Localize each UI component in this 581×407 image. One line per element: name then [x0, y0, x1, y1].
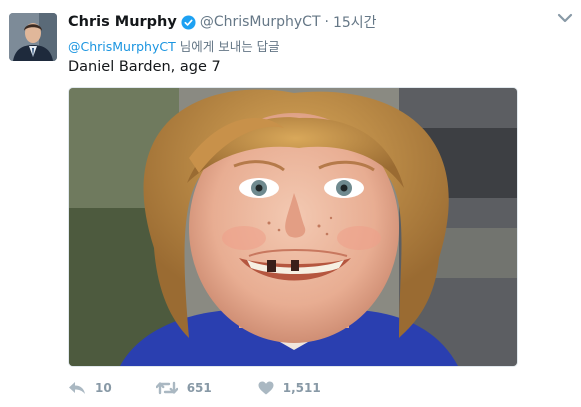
boy-photo: [69, 88, 517, 366]
heart-icon: [258, 381, 274, 395]
reply-to-label: 님에게 보내는 답글: [175, 39, 280, 54]
retweet-icon: [155, 381, 178, 395]
retweet-button[interactable]: 651: [155, 381, 212, 395]
separator-dot: ·: [324, 14, 329, 30]
reply-count: 10: [95, 381, 112, 395]
like-count: 1,511: [282, 381, 321, 395]
avatar[interactable]: [9, 13, 57, 61]
timestamp[interactable]: 15시간: [333, 12, 377, 32]
tweet-text: Daniel Barden, age 7: [68, 59, 221, 75]
author-name[interactable]: Chris Murphy: [68, 14, 177, 30]
verified-badge-icon: [181, 14, 196, 30]
chevron-down-icon[interactable]: [557, 12, 573, 24]
tweet: Chris Murphy @ChrisMurphyCT · 15시간 @Chri…: [0, 0, 581, 407]
tweet-image[interactable]: [68, 87, 518, 367]
reply-button[interactable]: 10: [68, 381, 112, 395]
like-button[interactable]: 1,511: [258, 381, 321, 395]
retweet-count: 651: [186, 381, 212, 395]
reply-to-handle[interactable]: @ChrisMurphyCT: [68, 39, 176, 54]
reply-context: @ChrisMurphyCT 님에게 보내는 답글: [68, 36, 280, 55]
reply-icon: [69, 382, 85, 394]
tweet-actions: 10 651 1,511: [68, 378, 347, 398]
author-handle[interactable]: @ChrisMurphyCT: [200, 14, 321, 30]
avatar-photo: [9, 13, 57, 61]
tweet-header: Chris Murphy @ChrisMurphyCT · 15시간: [68, 12, 377, 32]
